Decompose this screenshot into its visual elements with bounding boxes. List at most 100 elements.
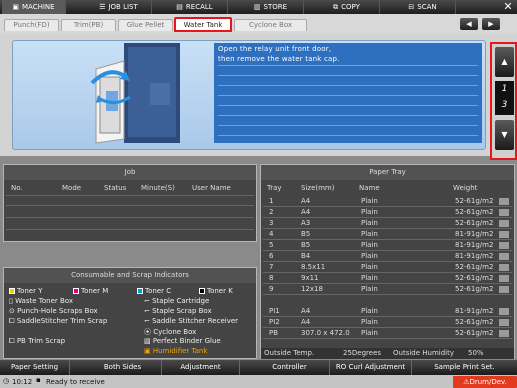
tray-size: A4 xyxy=(301,318,311,326)
col-size: Size(mm) xyxy=(301,184,335,192)
paper-setting-button[interactable]: Paper Setting xyxy=(0,360,70,375)
close-icon[interactable]: ✕ xyxy=(500,0,516,14)
humidifier-tank: ▣ Humidifier Tank xyxy=(144,347,208,355)
tray-row[interactable]: 2 A4 Plain 52-61g/m2 xyxy=(263,207,512,218)
tab-recall[interactable]: ▤ RECALL xyxy=(162,0,228,14)
tray-weight: 52-61g/m2 xyxy=(455,197,494,205)
tray-row[interactable]: 4 B5 Plain 81-91g/m2 xyxy=(263,229,512,240)
recall-icon: ▤ xyxy=(176,3,183,11)
tray-name: Plain xyxy=(361,230,378,238)
tray-row[interactable]: PI2 A4 Plain 52-61g/m2 xyxy=(263,317,512,328)
tray-row[interactable]: 3 A3 Plain 52-61g/m2 xyxy=(263,218,512,229)
job-row[interactable] xyxy=(6,219,254,230)
store-icon: ▥ xyxy=(253,3,261,11)
staple-scrap-box: ⌐ Staple Scrap Box xyxy=(144,307,212,315)
tray-number: 1 xyxy=(269,197,274,205)
controller-button[interactable]: Controller xyxy=(250,360,330,375)
pb-trim-scrap: ⧠ PB Trim Scrap xyxy=(9,337,66,345)
tray-name: Plain xyxy=(361,241,378,249)
tray-number: 6 xyxy=(269,252,274,260)
tray-number: PI2 xyxy=(269,318,280,326)
cyclone-box: ⦿ Cyclone Box xyxy=(144,328,197,336)
tray-name: Plain xyxy=(361,285,378,293)
tray-size: A3 xyxy=(301,219,311,227)
toner-icon xyxy=(9,288,15,294)
tray-weight: 52-61g/m2 xyxy=(455,263,494,271)
tab-scan[interactable]: ⊟ SCAN xyxy=(390,0,456,14)
tray-weight: 52-61g/m2 xyxy=(455,329,494,337)
staple-cartridge: ⌐ Staple Cartridge xyxy=(144,297,210,305)
both-sides-button[interactable]: Both Sides xyxy=(84,360,162,375)
error-badge[interactable]: ⚠Drum/Dev. xyxy=(453,376,517,388)
paper-tray-title: Paper Tray xyxy=(261,165,514,180)
job-row[interactable] xyxy=(6,207,254,218)
page-down-button[interactable]: ▼ xyxy=(495,120,514,150)
tab-job-list[interactable]: ☰ JOB LIST xyxy=(86,0,152,14)
guidance-text-panel: Open the relay unit front door, then rem… xyxy=(214,43,482,143)
receiver-icon: ⌐ xyxy=(144,317,153,325)
tray-size: B4 xyxy=(301,252,311,260)
tray-number: 3 xyxy=(269,219,274,227)
scan-icon: ⊟ xyxy=(408,3,415,11)
col-weight: Weight xyxy=(453,184,478,192)
list-icon: ☰ xyxy=(99,3,106,11)
status-text: Ready to receive xyxy=(46,378,105,386)
tray-row[interactable]: 1 A4 Plain 52-61g/m2 xyxy=(263,196,512,207)
tab-cyclone-box[interactable]: Cyclone Box xyxy=(234,19,307,31)
tray-size: 8.5x11 xyxy=(301,263,326,271)
tray-size: A4 xyxy=(301,307,311,315)
consumables-panel: Consumable and Scrap Indicators Toner Y … xyxy=(3,267,257,359)
trim-icon: ⧠ xyxy=(9,317,17,325)
adjustment-button[interactable]: Adjustment xyxy=(162,360,240,375)
toner-icon xyxy=(199,288,205,294)
tray-number: PI1 xyxy=(269,307,280,315)
tab-glue-pellet[interactable]: Glue Pellet xyxy=(118,19,173,31)
punch-icon: ⊙ xyxy=(9,307,18,315)
tray-level-icon xyxy=(499,319,509,326)
tray-level-icon xyxy=(499,242,509,249)
staple-icon: ⌐ xyxy=(144,307,153,315)
outside-humidity-label: Outside Humidity xyxy=(393,349,454,357)
job-row[interactable] xyxy=(6,195,254,206)
page-up-button[interactable]: ▲ xyxy=(495,47,514,77)
status-bar: ◷ 10:12 ▪ Ready to receive xyxy=(0,375,517,388)
tray-level-icon xyxy=(499,198,509,205)
tray-row[interactable]: 7 8.5x11 Plain 52-61g/m2 xyxy=(263,262,512,273)
tray-weight: 52-61g/m2 xyxy=(455,219,494,227)
tray-row[interactable]: 6 B4 Plain 81-91g/m2 xyxy=(263,251,512,262)
tray-row[interactable]: 5 B5 Plain 81-91g/m2 xyxy=(263,240,512,251)
tray-row[interactable]: 9 12x18 Plain 52-61g/m2 xyxy=(263,284,512,295)
tray-weight: 81-91g/m2 xyxy=(455,230,494,238)
clock-icon: ◷ xyxy=(3,377,10,385)
tab-water-tank[interactable]: Water Tank xyxy=(174,17,232,32)
tank-icon: ▣ xyxy=(144,347,153,355)
tray-name: Plain xyxy=(361,329,378,337)
tab-next-button[interactable]: ▶ xyxy=(482,18,500,30)
tab-trim-pb[interactable]: Trim(PB) xyxy=(61,19,116,31)
tab-copy[interactable]: ⧉ COPY xyxy=(314,0,380,14)
tray-number: 4 xyxy=(269,230,274,238)
waste-toner-box: ▯ Waste Toner Box xyxy=(9,297,73,305)
tab-prev-button[interactable]: ◀ xyxy=(460,18,478,30)
tray-level-icon xyxy=(499,275,509,282)
job-title: Job xyxy=(4,165,256,180)
staple-icon: ⌐ xyxy=(144,297,153,305)
tray-row[interactable]: PI1 A4 Plain 81-91g/m2 xyxy=(263,306,512,317)
tray-size: 12x18 xyxy=(301,285,323,293)
tray-row[interactable]: 8 9x11 Plain 52-61g/m2 xyxy=(263,273,512,284)
page-indicator: 13 xyxy=(495,81,514,115)
col-no: No. xyxy=(11,184,23,192)
saddle-trim-scrap: ⧠ SaddleStitcher Trim Scrap xyxy=(9,317,108,325)
tab-store[interactable]: ▥ STORE xyxy=(238,0,304,14)
sample-print-set-button[interactable]: Sample Print Set. xyxy=(412,360,517,375)
tray-row[interactable]: PB 307.0 x 472.0 Plain 52-61g/m2 xyxy=(263,328,512,339)
tray-level-icon xyxy=(499,308,509,315)
tab-punch-fd[interactable]: Punch(FD) xyxy=(4,19,59,31)
ro-curl-adjustment-button[interactable]: RO Curl Adjustment xyxy=(330,360,412,375)
tray-number: 2 xyxy=(269,208,274,216)
tab-machine[interactable]: ▣ MACHINE xyxy=(2,0,66,14)
tray-number: 5 xyxy=(269,241,274,249)
printer-status-icon: ▪ xyxy=(36,376,41,384)
tray-weight: 52-61g/m2 xyxy=(455,208,494,216)
col-user-name: User Name xyxy=(192,184,231,192)
